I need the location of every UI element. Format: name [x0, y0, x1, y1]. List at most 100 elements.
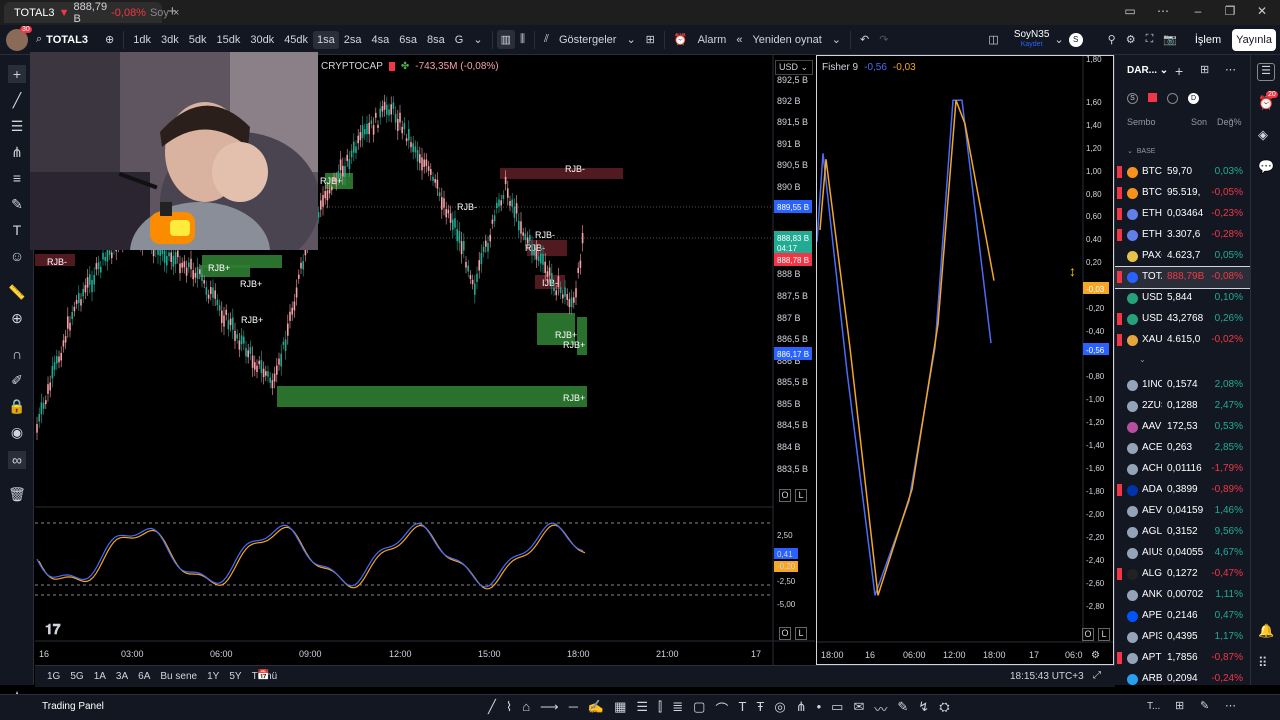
watchlist-row[interactable]: AAVE 172,53 0,53%: [1115, 417, 1250, 438]
scale-button-l[interactable]: L: [1098, 628, 1110, 641]
watchlist-row[interactable]: PAXC 4.623,7 0,05%: [1115, 246, 1250, 267]
ray-icon[interactable]: ⟶: [540, 699, 559, 718]
trash-icon[interactable]: 🗑: [8, 485, 26, 503]
publish-button[interactable]: Yayınla: [1232, 29, 1276, 51]
callout-icon[interactable]: ⌂: [522, 699, 530, 718]
chevron-down-icon[interactable]: ⌄: [468, 33, 487, 46]
interval-45dk[interactable]: 45dk: [279, 34, 313, 46]
crosshair-icon[interactable]: +: [8, 65, 26, 83]
compare-icon[interactable]: ⊕: [100, 33, 119, 46]
watchlist-row[interactable]: ARBI 0,2094 -0,24%: [1115, 669, 1250, 685]
circle-tool-icon[interactable]: ◎: [774, 699, 785, 718]
adjust-icon[interactable]: ⤢: [1093, 670, 1101, 681]
watchlist-row[interactable]: 1INC 0,1574 2,08%: [1115, 375, 1250, 396]
clock[interactable]: 18:15:43 UTC+3: [1010, 671, 1084, 682]
comment-icon[interactable]: ▭: [831, 699, 843, 718]
lock-drawings-icon[interactable]: ✐: [8, 371, 26, 389]
text-icon[interactable]: T: [8, 221, 26, 239]
apps-icon[interactable]: ⠿: [1258, 655, 1268, 671]
curve-icon[interactable]: ⌒: [715, 699, 728, 718]
watchlist-row[interactable]: USDT 5,844 0,10%: [1115, 288, 1250, 309]
fisher-chart[interactable]: 1,80 1,60 1,40 1,20 1,00 0,80 0,60 0,40 0,20 -0,0…: [817, 56, 1114, 665]
quick-search-icon[interactable]: ⚲: [1103, 33, 1121, 46]
camera-icon[interactable]: 📷: [1158, 33, 1182, 46]
user-initial[interactable]: S: [1068, 32, 1083, 47]
watchlist-row[interactable]: 2ZUS 0,1288 2,47%: [1115, 396, 1250, 417]
replay-icon[interactable]: «: [731, 34, 747, 46]
filter-dot-icon[interactable]: [1167, 93, 1178, 104]
link-icon[interactable]: ∞: [8, 451, 26, 469]
chat-icon[interactable]: 💬: [1258, 159, 1274, 175]
minimize-icon[interactable]: –: [1188, 4, 1208, 20]
layout-name[interactable]: SoyN35 Kaydet: [1014, 29, 1050, 50]
fib-icon[interactable]: ≡: [8, 169, 26, 187]
more-icon[interactable]: ⋯: [1225, 63, 1236, 76]
emoji-icon[interactable]: ☺: [8, 247, 26, 265]
avatar[interactable]: 30: [6, 25, 32, 51]
layout-icon[interactable]: ◫: [983, 33, 1003, 46]
interval-1dk[interactable]: 1dk: [128, 34, 156, 46]
watchlist-row[interactable]: ADAI 0,3899 -0,89%: [1115, 480, 1250, 501]
watchlist-row[interactable]: APEI 0,2146 0,47%: [1115, 606, 1250, 627]
fullscreen-icon[interactable]: ⛶: [1141, 33, 1159, 46]
layers-icon[interactable]: ◈: [1258, 127, 1268, 143]
redo-icon[interactable]: ↷: [874, 33, 893, 46]
lock-icon[interactable]: 🔒: [8, 397, 26, 415]
watchlist-row[interactable]: ACHI 0,01116 -1,79%: [1115, 459, 1250, 480]
rect-tool-icon[interactable]: ▢: [693, 699, 705, 718]
zoom-icon[interactable]: ⊕: [8, 309, 26, 327]
range-button[interactable]: 1A: [94, 671, 106, 682]
lines-tool-icon[interactable]: ☰: [636, 699, 648, 718]
replay-button[interactable]: Yeniden oynat: [747, 34, 826, 46]
range-button[interactable]: 1Y: [207, 671, 219, 682]
watchlist-row[interactable]: AGLI 0,3152 9,56%: [1115, 522, 1250, 543]
marker-icon[interactable]: ↯: [918, 699, 929, 718]
filter-flag-icon[interactable]: [1148, 93, 1157, 102]
filter-d-icon[interactable]: D: [1188, 93, 1199, 104]
grid-tool-icon[interactable]: ▦: [614, 699, 626, 718]
symbol-search[interactable]: ⌕ TOTAL3: [36, 33, 100, 46]
text-tool-icon[interactable]: T: [738, 699, 746, 718]
scale-button-o[interactable]: O: [779, 489, 791, 502]
grid-icon[interactable]: ⊞: [1175, 699, 1184, 712]
watchlist-row[interactable]: AIUS 0,04055 4,67%: [1115, 543, 1250, 564]
date-range-icon[interactable]: 📅: [257, 670, 269, 681]
magnet-icon[interactable]: ∩: [8, 345, 26, 363]
grid-icon[interactable]: ⊞: [1200, 63, 1209, 76]
range-button[interactable]: 5Y: [229, 671, 241, 682]
parallel-icon[interactable]: ≣: [672, 699, 683, 718]
col-last[interactable]: Son: [1191, 117, 1207, 127]
watchlist-row[interactable]: ANKI 0,00702 1,11%: [1115, 585, 1250, 606]
interval-4sa[interactable]: 4sa: [367, 34, 395, 46]
watchlist-row[interactable]: TOTA 888,79B -0,08%: [1115, 266, 1250, 289]
scale-button-l[interactable]: L: [795, 627, 807, 640]
watchlist-row[interactable]: ACEI 0,263 2,85%: [1115, 438, 1250, 459]
bottom-tail-label[interactable]: T...: [1147, 701, 1160, 712]
watchlist-row[interactable]: ALGO 0,1272 -0,47%: [1115, 564, 1250, 585]
undo-icon[interactable]: ↶: [855, 33, 874, 46]
scale-button-l[interactable]: L: [795, 489, 807, 502]
trading-panel-tab[interactable]: Trading Panel: [42, 701, 104, 712]
watchlist-row[interactable]: APTI 1,7856 -0,87%: [1115, 648, 1250, 669]
note-icon[interactable]: ✉: [853, 699, 864, 718]
watchlist-row[interactable]: ETHI 0,03464 -0,23%: [1115, 204, 1250, 225]
interval-15dk[interactable]: 15dk: [211, 34, 245, 46]
interval-2sa[interactable]: 2sa: [339, 34, 367, 46]
browser-tab[interactable]: TOTAL3 ▼ 888,79 B -0,08% Soy ×: [4, 1, 179, 25]
col-change[interactable]: Değ%: [1217, 117, 1242, 127]
filter-s-icon[interactable]: S: [1127, 93, 1138, 104]
interval-3dk[interactable]: 3dk: [156, 34, 184, 46]
watchlist-toggle-icon[interactable]: ☰: [1257, 63, 1275, 81]
interval-1sa[interactable]: 1sa: [313, 30, 339, 49]
watchlist-row[interactable]: API3 0,4395 1,17%: [1115, 627, 1250, 648]
add-symbol-icon[interactable]: +: [1175, 63, 1183, 79]
scale-button-o[interactable]: O: [1082, 628, 1094, 641]
maximize-icon[interactable]: ❐: [1220, 4, 1240, 20]
fisher-pane[interactable]: 1,80 1,60 1,40 1,20 1,00 0,80 0,60 0,40 0,20 -0,0…: [816, 55, 1114, 665]
chevron-down-icon[interactable]: ⌄: [827, 33, 846, 46]
more-icon[interactable]: ⋯: [1153, 4, 1173, 20]
watchlist-row[interactable]: BTCI 95.519, -0,05%: [1115, 183, 1250, 204]
templates-icon[interactable]: ⊞: [641, 33, 660, 46]
range-button[interactable]: 1G: [47, 671, 60, 682]
brush-tool-icon[interactable]: ✍: [588, 699, 604, 718]
